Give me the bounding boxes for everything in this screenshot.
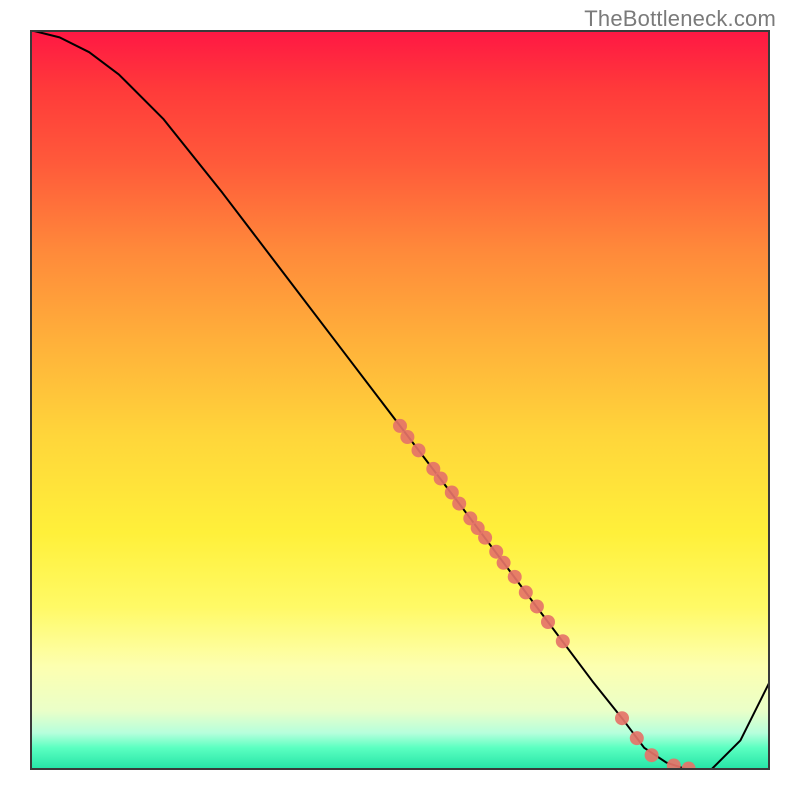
scatter-dot [400, 430, 414, 444]
scatter-dot [508, 570, 522, 584]
scatter-dot [615, 711, 629, 725]
scatter-dot [530, 599, 544, 613]
scatter-dot [452, 497, 466, 511]
scatter-dot [645, 748, 659, 762]
scatter-dot [630, 731, 644, 745]
scatter-dot [541, 615, 555, 629]
scatter-dot [434, 471, 448, 485]
chart-svg [30, 30, 770, 770]
scatter-dot [682, 762, 696, 770]
plot-area [30, 30, 770, 770]
scatter-dot [412, 443, 426, 457]
scatter-series [393, 419, 696, 770]
chart-container: TheBottleneck.com [0, 0, 800, 800]
scatter-dot [556, 634, 570, 648]
watermark-text: TheBottleneck.com [584, 6, 776, 32]
scatter-dot [478, 531, 492, 545]
curve-path [30, 30, 770, 770]
scatter-dot [497, 556, 511, 570]
line-series [30, 30, 770, 770]
scatter-dot [667, 759, 681, 770]
scatter-dot [519, 585, 533, 599]
